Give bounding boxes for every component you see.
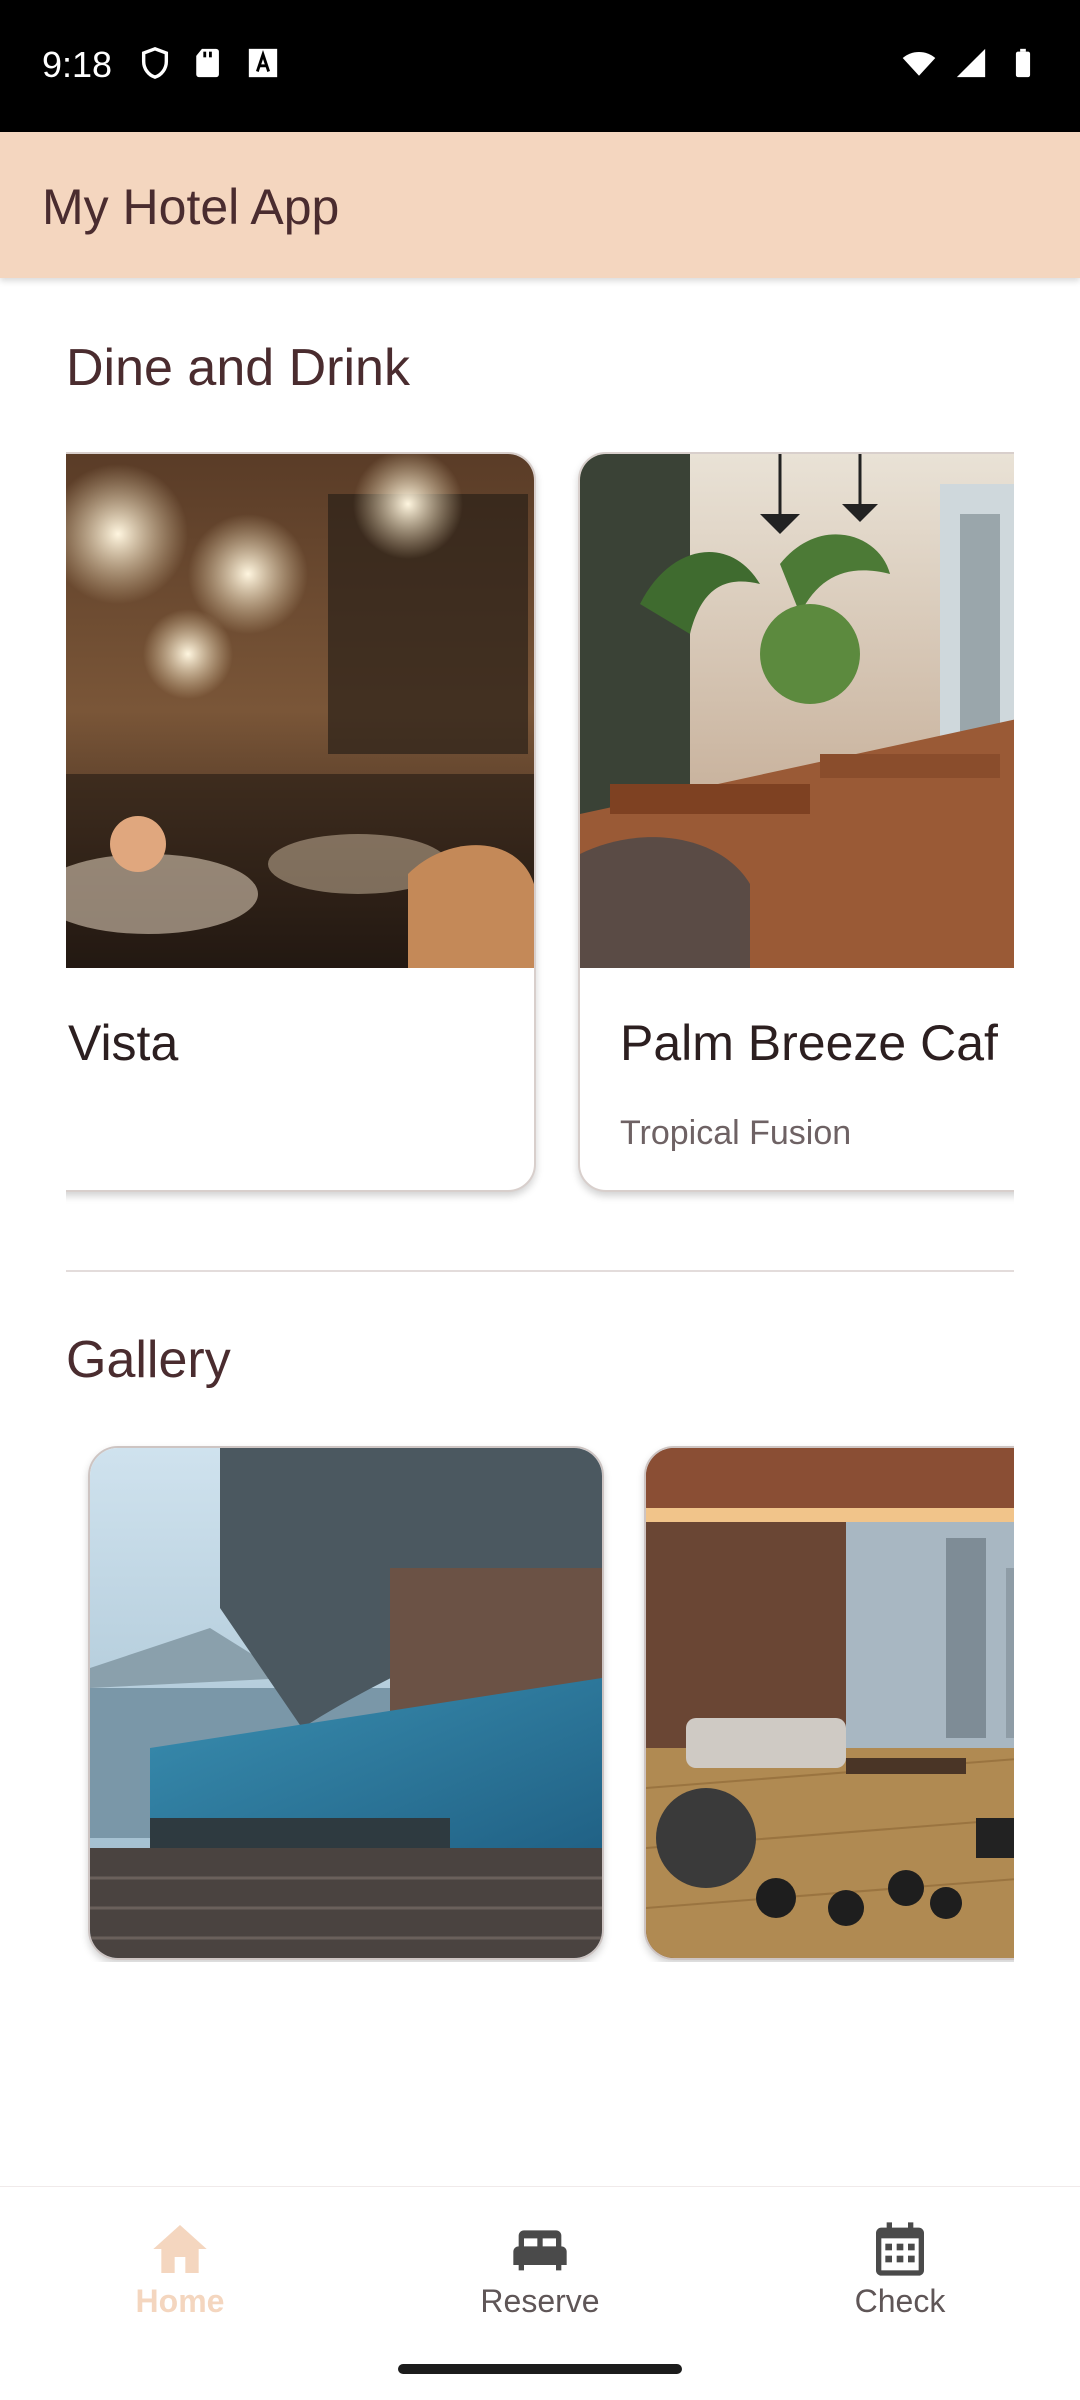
bed-icon xyxy=(513,2230,567,2271)
gesture-handle[interactable] xyxy=(398,2364,682,2374)
gallery-section-title: Gallery xyxy=(66,1331,231,1389)
dine-section-title: Dine and Drink xyxy=(66,339,410,397)
shield-icon xyxy=(141,47,169,79)
gallery-item-pool[interactable] xyxy=(88,1446,604,1960)
status-time: 9:18 xyxy=(42,44,113,85)
gym-lounge-photo xyxy=(646,1448,1014,1958)
status-left-icons xyxy=(138,46,280,80)
app-title: My Hotel App xyxy=(42,179,340,235)
wifi-icon xyxy=(902,51,936,76)
vista-restaurant-photo xyxy=(66,454,534,968)
text-a-icon xyxy=(248,48,278,78)
dine-card-vista[interactable]: Vista xyxy=(66,452,536,1192)
dine-card-subtitle: Tropical Fusion xyxy=(620,1114,852,1152)
home-icon xyxy=(153,2225,207,2273)
gallery-item-gym-lounge[interactable] xyxy=(644,1446,1014,1960)
status-bar: 9:18 xyxy=(0,0,1080,132)
dine-card-name: Vista xyxy=(68,1015,179,1071)
nav-item-reserve[interactable]: Reserve xyxy=(360,2187,720,2335)
palm-breeze-cafe-photo xyxy=(580,454,1014,968)
battery-icon xyxy=(1015,48,1031,78)
bottom-navigation: Home Reserve Check xyxy=(0,2186,1080,2335)
sd-card-icon xyxy=(196,48,219,78)
dine-card-name: Palm Breeze Caf xyxy=(620,1015,998,1071)
nav-item-check[interactable]: Check xyxy=(720,2187,1080,2335)
section-divider xyxy=(66,1270,1014,1272)
infinity-pool-photo xyxy=(90,1448,602,1958)
nav-item-home[interactable]: Home xyxy=(0,2187,360,2335)
calendar-icon xyxy=(876,2222,924,2276)
nav-label-check: Check xyxy=(854,2283,946,2319)
dine-card-palm-breeze[interactable]: Palm Breeze Caf Tropical Fusion xyxy=(578,452,1014,1192)
signal-icon xyxy=(956,48,986,78)
dine-carousel[interactable]: Vista Palm Breeze Caf Tropical Fusion xyxy=(66,452,1014,1212)
nav-label-home: Home xyxy=(135,2283,225,2319)
nav-label-reserve: Reserve xyxy=(480,2283,600,2319)
gallery-carousel[interactable] xyxy=(66,1442,1014,1962)
app-bar: My Hotel App xyxy=(0,132,1080,278)
status-right-icons xyxy=(902,46,1040,80)
